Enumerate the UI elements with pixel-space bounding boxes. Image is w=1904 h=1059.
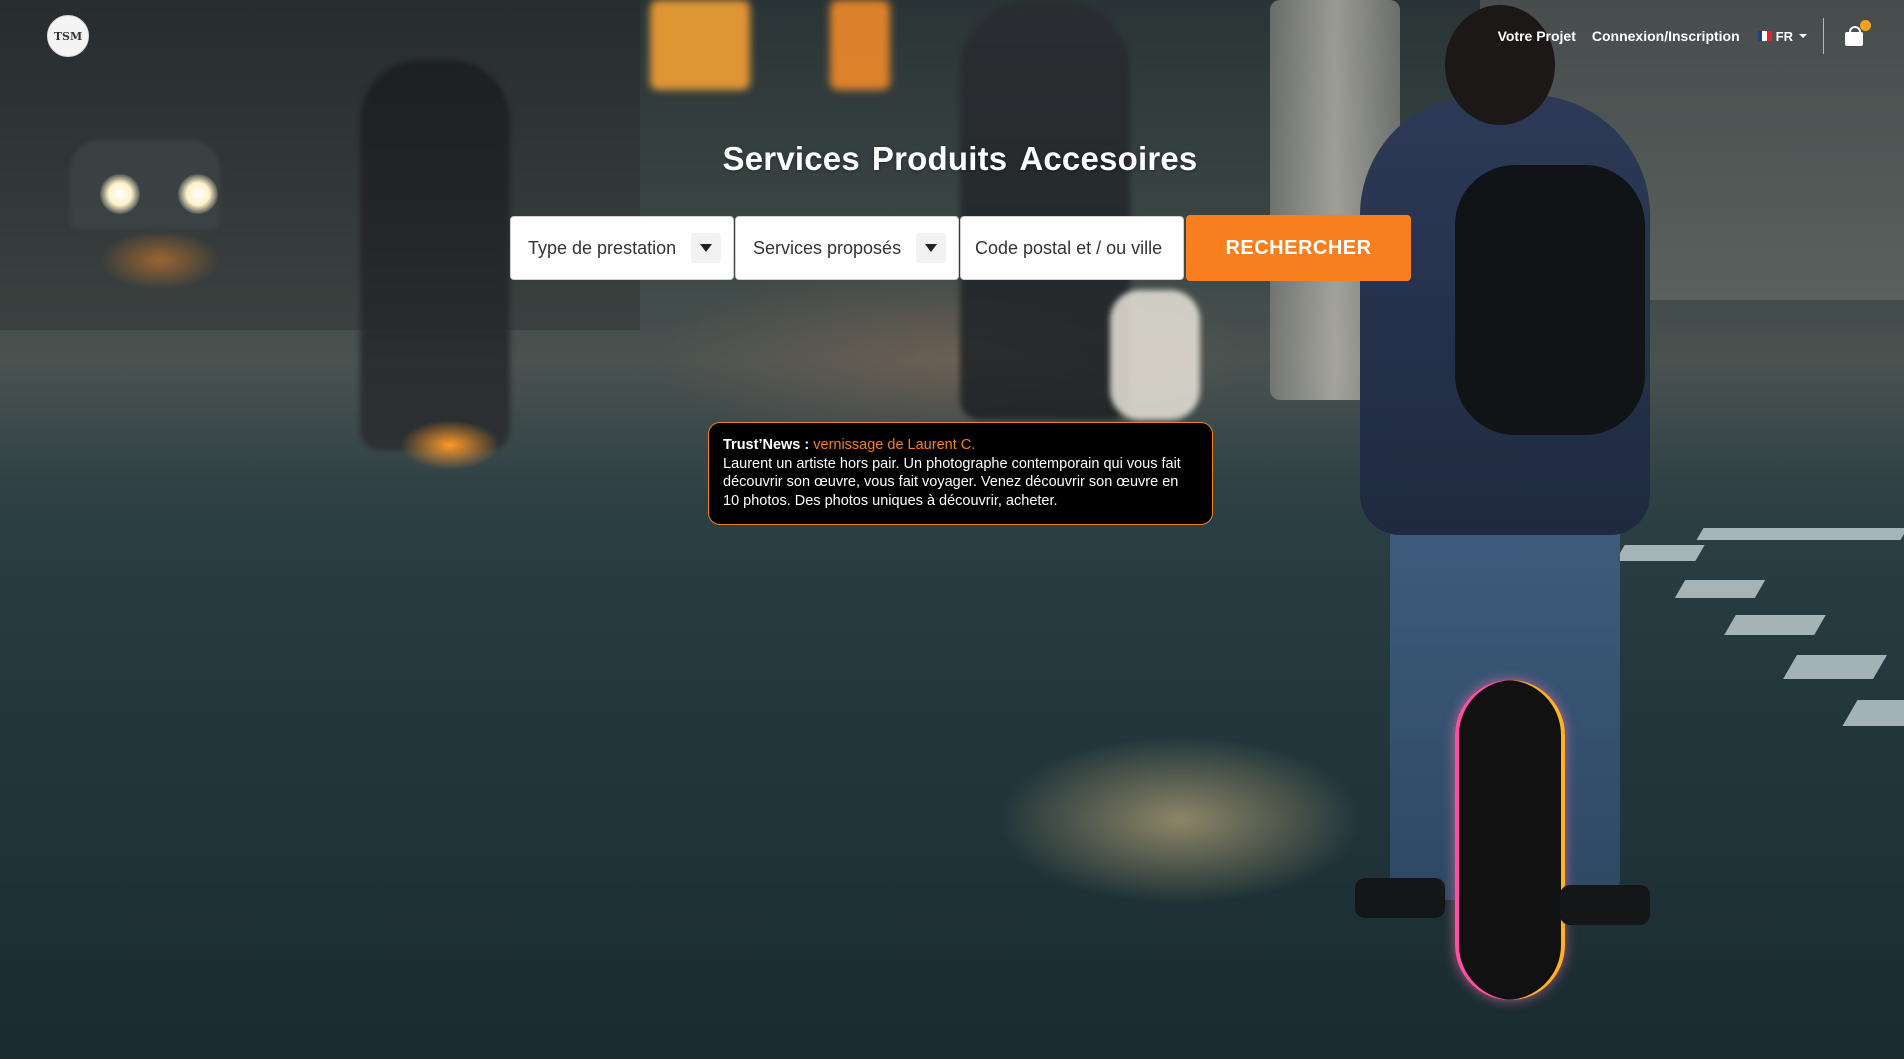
location-input[interactable] <box>960 216 1184 280</box>
nav-link-votre-projet[interactable]: Votre Projet <box>1498 28 1576 44</box>
search-button[interactable]: RECHERCHER <box>1186 215 1411 281</box>
news-card[interactable]: Trust’News : vernissage de Laurent C. La… <box>708 422 1213 525</box>
news-body: Laurent un artiste hors pair. Un photogr… <box>723 455 1181 509</box>
cart-button[interactable] <box>1844 20 1871 46</box>
chevron-down-icon <box>1799 34 1807 38</box>
title-word-produits: Produits <box>871 140 1008 177</box>
title-word-accesoires: Accesoires <box>1019 140 1198 177</box>
news-label: Trust’News : <box>723 437 814 453</box>
news-headline[interactable]: vernissage de Laurent C. <box>813 437 975 453</box>
top-nav: Votre Projet Connexion/Inscription FR <box>1498 18 1904 54</box>
title-word-services: Services <box>722 140 860 177</box>
nav-divider <box>1823 18 1824 54</box>
services-proposes-select[interactable]: Services proposés <box>735 216 959 280</box>
page-title: Services Produits Accesoires <box>0 140 1904 178</box>
caret-down-icon <box>691 233 721 263</box>
search-bar: Type de prestation Services proposés REC… <box>510 215 1411 281</box>
logo-text: TSM <box>53 29 83 43</box>
language-code: FR <box>1775 28 1793 44</box>
site-logo[interactable]: TSM <box>47 15 89 57</box>
caret-down-icon <box>916 233 946 263</box>
french-flag-icon <box>1757 31 1772 41</box>
services-proposes-value: Services proposés <box>753 237 902 258</box>
type-prestation-value: Type de prestation <box>528 237 677 258</box>
nav-link-connexion-inscription[interactable]: Connexion/Inscription <box>1592 28 1740 44</box>
language-selector[interactable]: FR <box>1757 28 1807 44</box>
type-prestation-select[interactable]: Type de prestation <box>510 216 734 280</box>
cart-badge <box>1860 20 1871 31</box>
